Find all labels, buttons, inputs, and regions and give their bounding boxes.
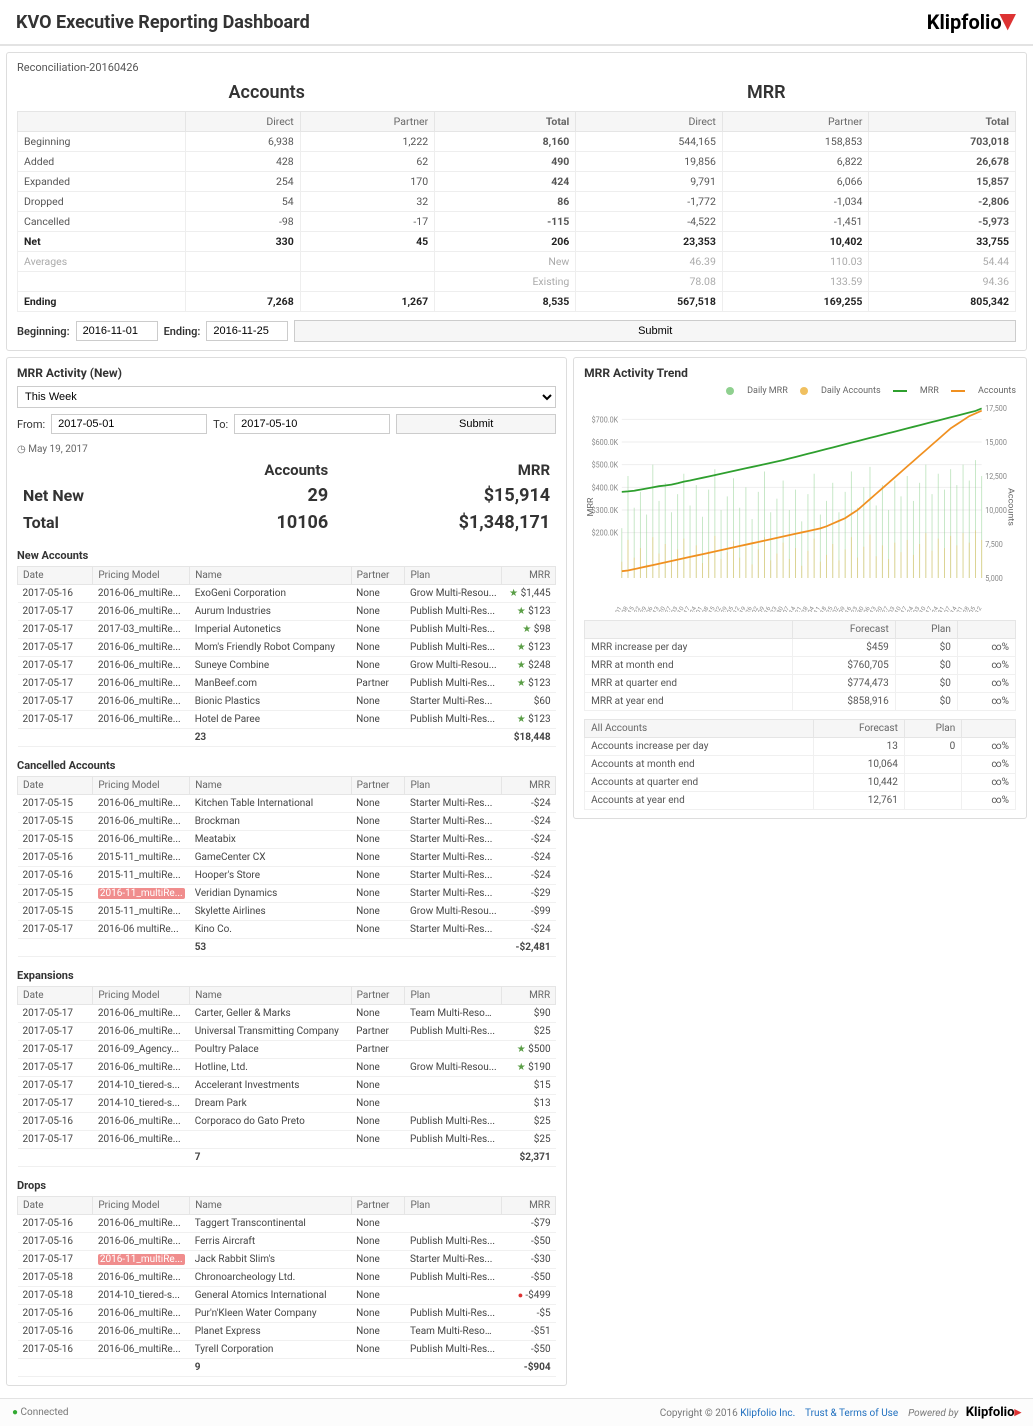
top-bar: KVO Executive Reporting Dashboard Klipfo… [0,0,1033,46]
to-input[interactable] [234,414,390,434]
summary-table: AccountsMRRNet New29$15,914Total10106$1,… [17,457,556,537]
expansions-table: DatePricing ModelNamePartnerPlanMRR2017-… [17,986,556,1167]
svg-text:17,500: 17,500 [985,404,1007,413]
ending-input[interactable] [206,321,288,341]
svg-text:12,500: 12,500 [985,472,1007,481]
drops-heading: Drops [17,1179,556,1192]
svg-text:Accounts: Accounts [1006,488,1015,526]
trend-chart: $200.0K$300.0K$400.0K$500.0K$600.0K$700.… [584,402,1016,612]
trend-title: MRR Activity Trend [584,366,1016,380]
forecast-mrr-table: ForecastPlanMRR increase per day$459$0∞%… [584,620,1016,711]
to-label: To: [213,418,228,431]
reconciliation-panel: Reconciliation-20160426 Accounts MRR Dir… [6,52,1027,351]
mrr-activity-panel: MRR Activity (New) This Week From: To: S… [6,357,567,1386]
beginning-input[interactable] [76,321,158,341]
ending-label: Ending: [164,325,201,338]
from-input[interactable] [51,414,207,434]
trust-link[interactable]: Trust & Terms of Use [805,1408,898,1419]
svg-text:15,000: 15,000 [985,438,1007,447]
svg-text:MRR: MRR [587,497,596,517]
as-of-date: May 19, 2017 [17,444,556,455]
brand-logo: Klipfolio▶ [927,10,1017,34]
from-label: From: [17,418,45,431]
new-accounts-table: DatePricing ModelNamePartnerPlanMRR2017-… [17,566,556,747]
range-select[interactable]: This Week [17,386,556,408]
beginning-label: Beginning: [17,325,70,338]
forecast-accounts-table: All AccountsForecastPlanAccounts increas… [584,719,1016,810]
svg-text:7,500: 7,500 [985,540,1003,549]
company-link[interactable]: Klipfolio Inc. [740,1408,795,1419]
page-title: KVO Executive Reporting Dashboard [16,12,310,33]
activity-submit-button[interactable]: Submit [396,414,556,434]
reconciliation-table: DirectPartnerTotalDirectPartnerTotalBegi… [17,111,1016,312]
expansions-heading: Expansions [17,969,556,982]
reconciliation-subtitle: Reconciliation-20160426 [17,61,1016,74]
footer-bar: Connected Copyright © 2016 Klipfolio Inc… [0,1398,1033,1426]
svg-text:10,000: 10,000 [985,506,1007,515]
svg-text:$600.0K: $600.0K [592,438,619,447]
svg-text:$700.0K: $700.0K [592,415,619,424]
reconciliation-submit-button[interactable]: Submit [294,320,1016,342]
svg-text:5,000: 5,000 [985,574,1003,583]
drops-table: DatePricing ModelNamePartnerPlanMRR2017-… [17,1196,556,1377]
trend-panel: MRR Activity Trend Daily MRR Daily Accou… [573,357,1027,819]
activity-title: MRR Activity (New) [17,366,556,380]
mrr-heading: MRR [517,78,1017,111]
svg-text:$500.0K: $500.0K [592,460,619,469]
svg-text:$200.0K: $200.0K [592,528,619,537]
cancelled-accounts-table: DatePricing ModelNamePartnerPlanMRR2017-… [17,776,556,957]
chart-legend: Daily MRR Daily Accounts MRR Accounts [584,386,1016,396]
new-accounts-heading: New Accounts [17,549,556,562]
footer-logo: Klipfolio▸ [966,1405,1021,1420]
svg-text:$400.0K: $400.0K [592,483,619,492]
connection-status: Connected [12,1407,69,1418]
accounts-heading: Accounts [17,78,517,111]
cancelled-accounts-heading: Cancelled Accounts [17,759,556,772]
